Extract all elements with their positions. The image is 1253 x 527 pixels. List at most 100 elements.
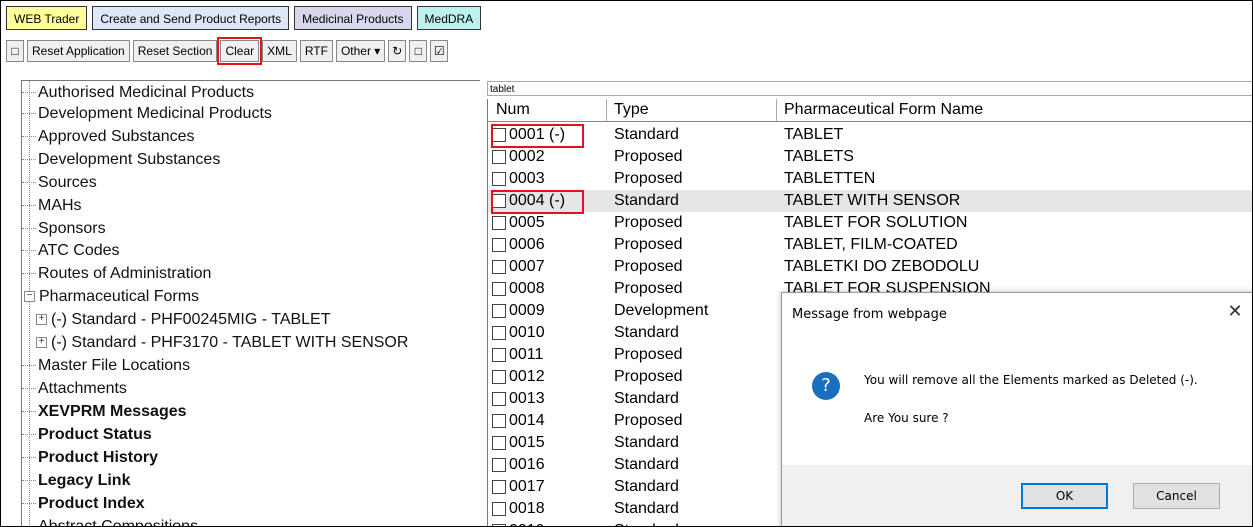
row-checkbox[interactable] (492, 392, 506, 406)
square-icon[interactable]: □ (6, 40, 24, 62)
row-checkbox[interactable] (492, 370, 506, 384)
other-dropdown-button[interactable]: Other ▾ (335, 40, 386, 62)
column-header-form-name[interactable]: Pharmaceutical Form Name (784, 101, 983, 119)
ok-button[interactable]: OK (1021, 483, 1108, 509)
cell-num: 0013 (509, 390, 545, 407)
cell-type: Proposed (614, 368, 683, 385)
tree-connector (22, 228, 36, 230)
cell-form-name: TABLETTEN (784, 170, 876, 187)
row-checkbox[interactable] (492, 326, 506, 340)
row-checkbox[interactable] (492, 304, 506, 318)
cancel-button[interactable]: Cancel (1133, 483, 1220, 509)
tree-item-sources[interactable]: Sources (22, 171, 97, 194)
rtf-button[interactable]: RTF (299, 40, 333, 62)
table-row[interactable]: 0003 Proposed TABLETTEN (488, 168, 1252, 190)
tree-connector (22, 388, 36, 390)
table-row[interactable]: 0002 Proposed TABLETS (488, 146, 1252, 168)
app-window: WEB Trader Create and Send Product Repor… (0, 0, 1253, 527)
uncheck-all-icon[interactable]: □ (409, 40, 428, 62)
close-icon[interactable]: ✕ (1225, 301, 1245, 322)
tree-item-legacy-link[interactable]: Legacy Link (22, 469, 130, 492)
expand-icon[interactable]: + (36, 314, 47, 326)
tree-item-master-file-locations[interactable]: Master File Locations (22, 354, 190, 377)
tree-item-label: Legacy Link (38, 472, 131, 489)
column-header-num[interactable]: Num (496, 101, 530, 119)
tree-item-mahs[interactable]: MAHs (22, 194, 82, 217)
cell-type: Standard (614, 192, 679, 209)
tree-item-label: (-) Standard - PHF00245MIG - TABLET (51, 311, 331, 328)
tree-connector (22, 250, 36, 252)
reset-section-button[interactable]: Reset Section (132, 40, 218, 62)
tree-item-routes-of-administration[interactable]: Routes of Administration (22, 262, 211, 285)
cell-num: 0015 (509, 434, 545, 451)
tree-item-label: ATC Codes (38, 242, 120, 259)
tree-item-label: Pharmaceutical Forms (39, 288, 200, 305)
check-all-icon[interactable]: ☑ (430, 40, 449, 62)
cell-num: 0002 (509, 148, 545, 165)
expand-icon[interactable]: + (36, 337, 47, 349)
cell-type: Proposed (614, 236, 683, 253)
tree-item-attachments[interactable]: Attachments (22, 377, 127, 400)
tree-item-atc-codes[interactable]: ATC Codes (22, 239, 120, 262)
cell-form-name: TABLET (784, 126, 844, 143)
tree-item-development-substances[interactable]: Development Substances (22, 148, 220, 171)
row-checkbox[interactable] (492, 150, 506, 164)
xml-button[interactable]: XML (262, 40, 297, 62)
column-header-type[interactable]: Type (614, 101, 649, 119)
tree-item-phf3170-tablet-with-sensor[interactable]: + (-) Standard - PHF3170 - TABLET WITH SE… (34, 331, 408, 354)
cell-num: 0010 (509, 324, 545, 341)
table-row[interactable]: 0001 (-) Standard TABLET (488, 124, 1252, 146)
search-input[interactable]: tablet (487, 81, 1252, 96)
tree-item-product-index[interactable]: Product Index (22, 492, 145, 515)
tab-meddra[interactable]: MedDRA (416, 6, 482, 30)
cell-type: Proposed (614, 148, 683, 165)
tree-item-label: Product Index (38, 495, 145, 512)
cell-num: 0009 (509, 302, 545, 319)
row-checkbox[interactable] (492, 502, 506, 516)
cell-type: Proposed (614, 170, 683, 187)
row-checkbox[interactable] (492, 414, 506, 428)
tree-item-authorised-products[interactable]: Authorised Medicinal Products (22, 81, 254, 104)
tab-medicinal-products[interactable]: Medicinal Products (294, 6, 412, 30)
tree-item-approved-substances[interactable]: Approved Substances (22, 125, 195, 148)
refresh-icon[interactable]: ↻ (388, 40, 407, 62)
table-row[interactable]: 0005 Proposed TABLET FOR SOLUTION (488, 212, 1252, 234)
table-row[interactable]: 0006 Proposed TABLET, FILM-COATED (488, 234, 1252, 256)
tree-item-phf00245mig-tablet[interactable]: + (-) Standard - PHF00245MIG - TABLET (34, 308, 331, 331)
reset-application-button[interactable]: Reset Application (27, 40, 130, 62)
row-checkbox[interactable] (492, 238, 506, 252)
tree-item-sponsors[interactable]: Sponsors (22, 217, 106, 240)
cell-form-name: TABLET WITH SENSOR (784, 192, 961, 209)
collapse-icon[interactable]: − (24, 291, 35, 303)
tree-item-xevprm-messages[interactable]: XEVPRM Messages (22, 400, 187, 423)
row-checkbox[interactable] (492, 348, 506, 362)
tree-item-pharmaceutical-forms[interactable]: − Pharmaceutical Forms (22, 285, 199, 308)
cell-num: 0005 (509, 214, 545, 231)
row-checkbox[interactable] (492, 458, 506, 472)
table-row[interactable]: 0004 (-) Standard TABLET WITH SENSOR (488, 190, 1252, 212)
row-checkbox[interactable] (492, 260, 506, 274)
tree-item-product-history[interactable]: Product History (22, 446, 158, 469)
row-checkbox[interactable] (492, 480, 506, 494)
cell-type: Standard (614, 126, 679, 143)
cell-type: Standard (614, 478, 679, 495)
row-checkbox[interactable] (492, 216, 506, 230)
tab-create-send-reports[interactable]: Create and Send Product Reports (92, 6, 290, 30)
table-row[interactable]: 0007 Proposed TABLETKI DO ZEBODOLU (488, 256, 1252, 278)
cell-type: Standard (614, 324, 679, 341)
tree-item-product-status[interactable]: Product Status (22, 423, 152, 446)
row-checkbox[interactable] (492, 172, 506, 186)
cell-num: 0014 (509, 412, 545, 429)
cell-type: Development (614, 302, 709, 319)
row-checkbox[interactable] (492, 282, 506, 296)
highlight-box (491, 190, 584, 214)
tree-item-development-products[interactable]: Development Medicinal Products (22, 102, 272, 125)
tree-item-abstract-compositions[interactable]: Abstract Compositions (22, 515, 198, 526)
cell-type: Standard (614, 522, 679, 526)
tab-web-trader[interactable]: WEB Trader (6, 6, 88, 30)
row-checkbox[interactable] (492, 436, 506, 450)
clear-button[interactable]: Clear (217, 37, 263, 65)
cell-num: 0019 (509, 522, 545, 526)
cell-type: Proposed (614, 214, 683, 231)
tree-item-label: XEVPRM Messages (38, 403, 187, 420)
